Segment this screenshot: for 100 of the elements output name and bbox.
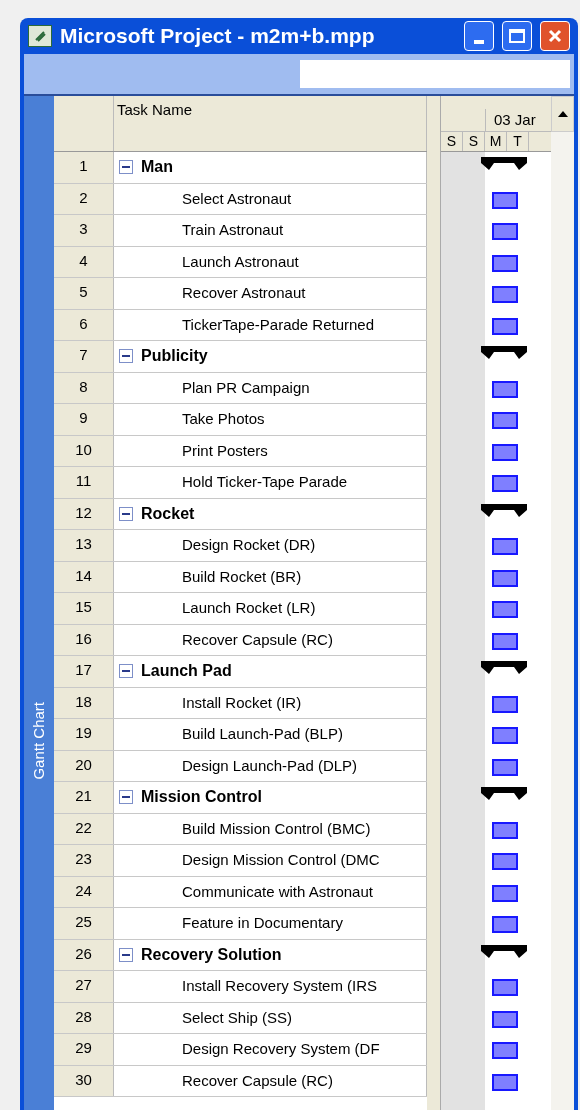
task-name: Launch Astronaut [181,251,299,272]
collapse-icon[interactable] [119,506,133,521]
scroll-up-button[interactable] [551,96,574,132]
vertical-scrollbar[interactable] [551,96,574,1110]
row-number: 26 [54,939,114,970]
task-bar [492,412,518,429]
timescale-day: T [507,132,529,151]
task-name: Install Rocket (IR) [181,692,302,713]
up-arrow-icon [557,111,568,117]
summary-bar [481,503,527,518]
task-bar [492,632,518,650]
row-number: 18 [54,687,114,718]
task-name: TickerTape-Parade Returned [181,314,375,335]
task-bar [492,380,518,398]
summary-task-name: Publicity [141,346,208,367]
task-bar [492,601,518,618]
row-number: 24 [54,876,114,907]
task-bar [492,569,518,587]
task-bar [492,254,518,272]
timescale-day: S [441,132,463,151]
row-number: 19 [54,719,114,750]
summary-bar [481,944,527,959]
collapse-icon[interactable] [119,160,133,175]
summary-task-name: Rocket [141,503,195,524]
task-bar [492,1010,518,1028]
input-field[interactable] [300,60,570,88]
task-bar [492,1042,518,1059]
task-name: Communicate with Astronaut [181,881,373,902]
task-bar [492,538,518,555]
row-number: 5 [54,278,114,309]
row-number: 23 [54,845,114,876]
row-number: 10 [54,435,114,466]
row-number: 21 [54,782,114,813]
collapse-icon[interactable] [119,349,133,364]
row-number: 7 [54,341,114,372]
task-name: Hold Ticker-Tape Parade [181,472,348,492]
task-bar [492,317,518,335]
summary-bar [481,346,527,360]
summary-bar [481,787,527,801]
collapse-icon[interactable] [119,790,133,805]
task-name: Recover Capsule (RC) [181,1070,333,1091]
task-name: Install Recovery System (IRS [181,976,378,996]
task-name: Design Mission Control (DMC [181,850,380,870]
task-name: Take Photos [181,409,265,429]
task-bar [492,223,518,240]
summary-task-name: Mission Control [141,787,262,808]
view-bar-label: Gantt Chart [28,702,48,780]
row-number: 20 [54,750,114,781]
timescale-day: M [485,132,507,151]
task-name: Build Rocket (BR) [181,566,302,587]
row-number: 2 [54,183,114,214]
row-number: 27 [54,971,114,1002]
row-number: 25 [54,908,114,939]
row-number: 13 [54,530,114,561]
maximize-icon [509,29,525,43]
task-bar [492,286,518,303]
task-name: Print Posters [181,440,268,461]
task-name: Design Launch-Pad (DLP) [181,755,358,776]
row-number: 15 [54,593,114,624]
row-number: 11 [54,467,114,498]
maximize-button[interactable] [502,21,532,51]
timescale-day: S [463,132,485,151]
task-name: Build Launch-Pad (BLP) [181,724,343,744]
summary-task-name: Recovery Solution [141,944,282,965]
task-bar [492,191,518,209]
minimize-button[interactable] [464,21,494,51]
close-icon [548,29,562,43]
task-bar [492,758,518,776]
row-number: 30 [54,1065,114,1096]
row-number: 29 [54,1034,114,1065]
task-bar [492,727,518,744]
task-bar [492,916,518,933]
row-number: 17 [54,656,114,687]
summary-bar [481,157,527,171]
task-bar [492,695,518,713]
row-number: 3 [54,215,114,246]
task-name: Feature in Documentary [181,913,343,933]
close-button[interactable] [540,21,570,51]
minimize-icon [474,40,484,44]
task-bar [492,979,518,996]
task-name: Recover Astronaut [181,283,306,303]
collapse-icon[interactable] [119,947,133,962]
task-name: Launch Rocket (LR) [181,598,316,618]
row-number: 14 [54,561,114,592]
row-number: 12 [54,498,114,529]
row-number: 1 [54,152,114,183]
task-name: Design Rocket (DR) [181,535,316,555]
row-number: 6 [54,309,114,340]
task-name: Select Ship (SS) [181,1007,293,1028]
task-name: Build Mission Control (BMC) [181,818,371,839]
task-name: Train Astronaut [181,220,284,240]
task-bar [492,475,518,492]
row-number: 16 [54,624,114,655]
view-bar[interactable]: Gantt Chart [24,96,54,1110]
collapse-icon[interactable] [119,664,133,679]
task-name: Design Recovery System (DF [181,1039,380,1059]
row-number: 4 [54,246,114,277]
task-bar [492,821,518,839]
task-bar [492,443,518,461]
summary-task-name: Man [141,157,173,178]
